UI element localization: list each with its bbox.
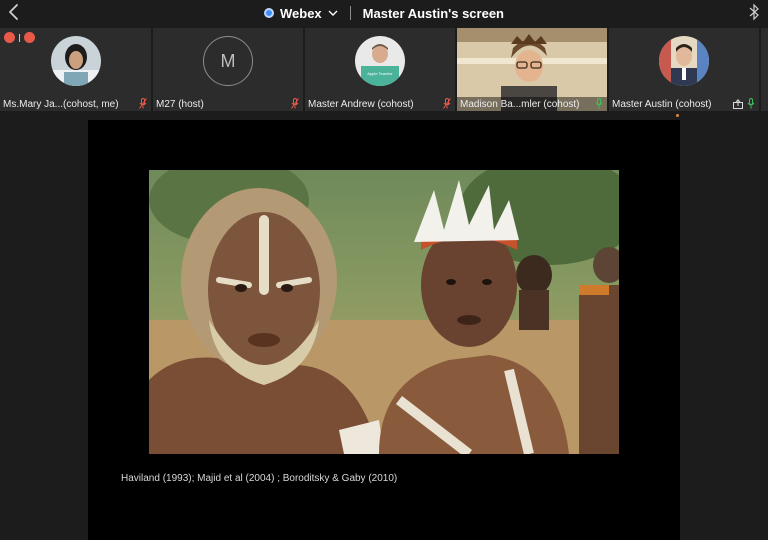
shared-screen: Haviland (1993); Majid et al (2004) ; Bo…	[88, 120, 680, 540]
participant-tile-austin[interactable]: Master Austin (cohost)	[609, 28, 759, 111]
record-badge-icon	[4, 32, 15, 43]
participant-name: Ms.Mary Ja...(cohost, me)	[3, 99, 119, 110]
avatar	[50, 36, 101, 86]
participant-tile-m27[interactable]: M M27 (host)	[153, 28, 303, 111]
participant-name: Master Austin (cohost)	[612, 99, 712, 110]
participant-name: M27 (host)	[156, 99, 204, 110]
chevron-down-icon[interactable]	[328, 9, 338, 17]
shirt-text: Apple Teacher	[367, 71, 393, 76]
participant-strip: Ms.Mary Ja...(cohost, me) M M27 (host) A…	[0, 28, 768, 111]
app-name[interactable]: Webex	[280, 6, 322, 21]
webex-logo-icon	[263, 8, 274, 18]
share-screen-icon	[733, 99, 743, 109]
participant-name: Master Andrew (cohost)	[308, 99, 414, 110]
slide-photo	[149, 170, 619, 454]
participant-tile-madison[interactable]: Madison Ba...mler (cohost)	[457, 28, 607, 111]
muted-mic-icon[interactable]	[443, 98, 451, 109]
muted-mic-icon[interactable]	[291, 98, 299, 109]
slide-caption: Haviland (1993); Majid et al (2004) ; Bo…	[121, 473, 398, 484]
muted-mic-icon[interactable]	[139, 98, 147, 109]
status-badges	[4, 32, 35, 43]
title-separator	[349, 6, 351, 20]
meeting-header: Webex Master Austin's screen	[0, 0, 768, 26]
participant-tile-andrew[interactable]: Apple Teacher Master Andrew (cohost)	[305, 28, 455, 111]
bluetooth-icon	[748, 3, 760, 21]
participant-tile-partial[interactable]	[761, 28, 768, 111]
participant-name: Madison Ba...mler (cohost)	[460, 99, 580, 110]
avatar-initial: M	[203, 36, 253, 86]
lock-badge-icon	[24, 32, 35, 43]
active-mic-icon[interactable]	[747, 98, 755, 109]
title-bar: Webex Master Austin's screen	[0, 3, 768, 23]
participant-tile-mary[interactable]: Ms.Mary Ja...(cohost, me)	[0, 28, 151, 111]
active-mic-icon[interactable]	[595, 98, 603, 109]
shared-screen-title: Master Austin's screen	[362, 5, 504, 21]
active-speaker-indicator	[676, 114, 679, 117]
avatar: Apple Teacher	[355, 36, 405, 86]
avatar	[659, 36, 709, 86]
